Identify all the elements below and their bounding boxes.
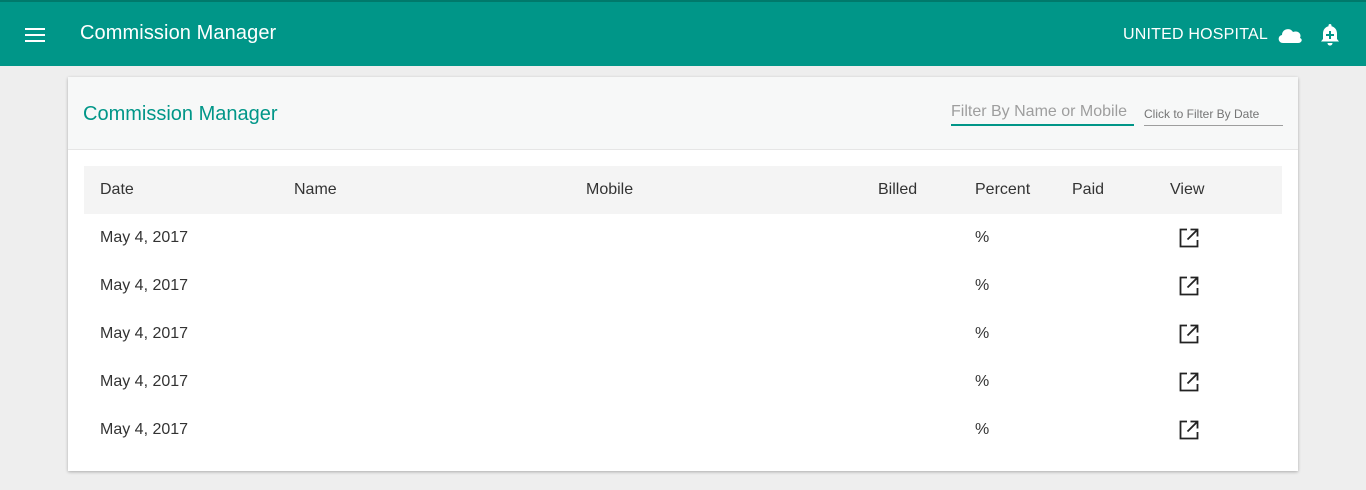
table-row: May 4, 2017 %	[84, 358, 1282, 406]
organization-name: UNITED HOSPITAL	[1123, 26, 1268, 43]
column-header-percent[interactable]: Percent	[975, 166, 1030, 214]
row-date: May 4, 2017	[100, 325, 189, 342]
filter-date-input[interactable]	[1144, 102, 1283, 126]
row-date: May 4, 2017	[100, 421, 189, 438]
column-header-name[interactable]: Name	[294, 166, 337, 214]
commission-table: Date Name Mobile Billed Percent Paid Vie…	[84, 166, 1282, 454]
commission-card: Commission Manager Date Name Mobile Bill…	[68, 77, 1298, 471]
table-header-row: Date Name Mobile Billed Percent Paid Vie…	[84, 166, 1282, 214]
top-app-bar: Commission Manager UNITED HOSPITAL	[0, 0, 1366, 66]
column-header-paid[interactable]: Paid	[1072, 166, 1104, 214]
column-header-billed[interactable]: Billed	[878, 166, 917, 214]
cloud-icon[interactable]	[1276, 23, 1304, 47]
row-percent: %	[975, 421, 990, 438]
open-in-new-icon[interactable]	[1178, 275, 1200, 297]
table-row: May 4, 2017 %	[84, 406, 1282, 454]
alarm-add-icon[interactable]	[1318, 22, 1342, 48]
column-header-view: View	[1170, 181, 1205, 198]
row-percent: %	[975, 277, 990, 294]
row-percent: %	[975, 325, 990, 342]
row-percent: %	[975, 373, 990, 390]
hamburger-menu-icon[interactable]	[22, 22, 48, 48]
column-header-mobile[interactable]: Mobile	[586, 166, 633, 214]
filter-name-mobile-input[interactable]	[951, 100, 1134, 126]
row-date: May 4, 2017	[100, 277, 189, 294]
card-header: Commission Manager	[68, 77, 1298, 150]
open-in-new-icon[interactable]	[1178, 227, 1200, 249]
open-in-new-icon[interactable]	[1178, 419, 1200, 441]
card-title: Commission Manager	[83, 103, 278, 125]
column-header-date[interactable]: Date	[100, 166, 134, 214]
table-row: May 4, 2017 %	[84, 310, 1282, 358]
open-in-new-icon[interactable]	[1178, 323, 1200, 345]
row-percent: %	[975, 229, 990, 246]
row-date: May 4, 2017	[100, 373, 189, 390]
table-row: May 4, 2017 %	[84, 214, 1282, 262]
row-date: May 4, 2017	[100, 229, 189, 246]
open-in-new-icon[interactable]	[1178, 371, 1200, 393]
table-row: May 4, 2017 %	[84, 262, 1282, 310]
app-title: Commission Manager	[80, 22, 277, 44]
